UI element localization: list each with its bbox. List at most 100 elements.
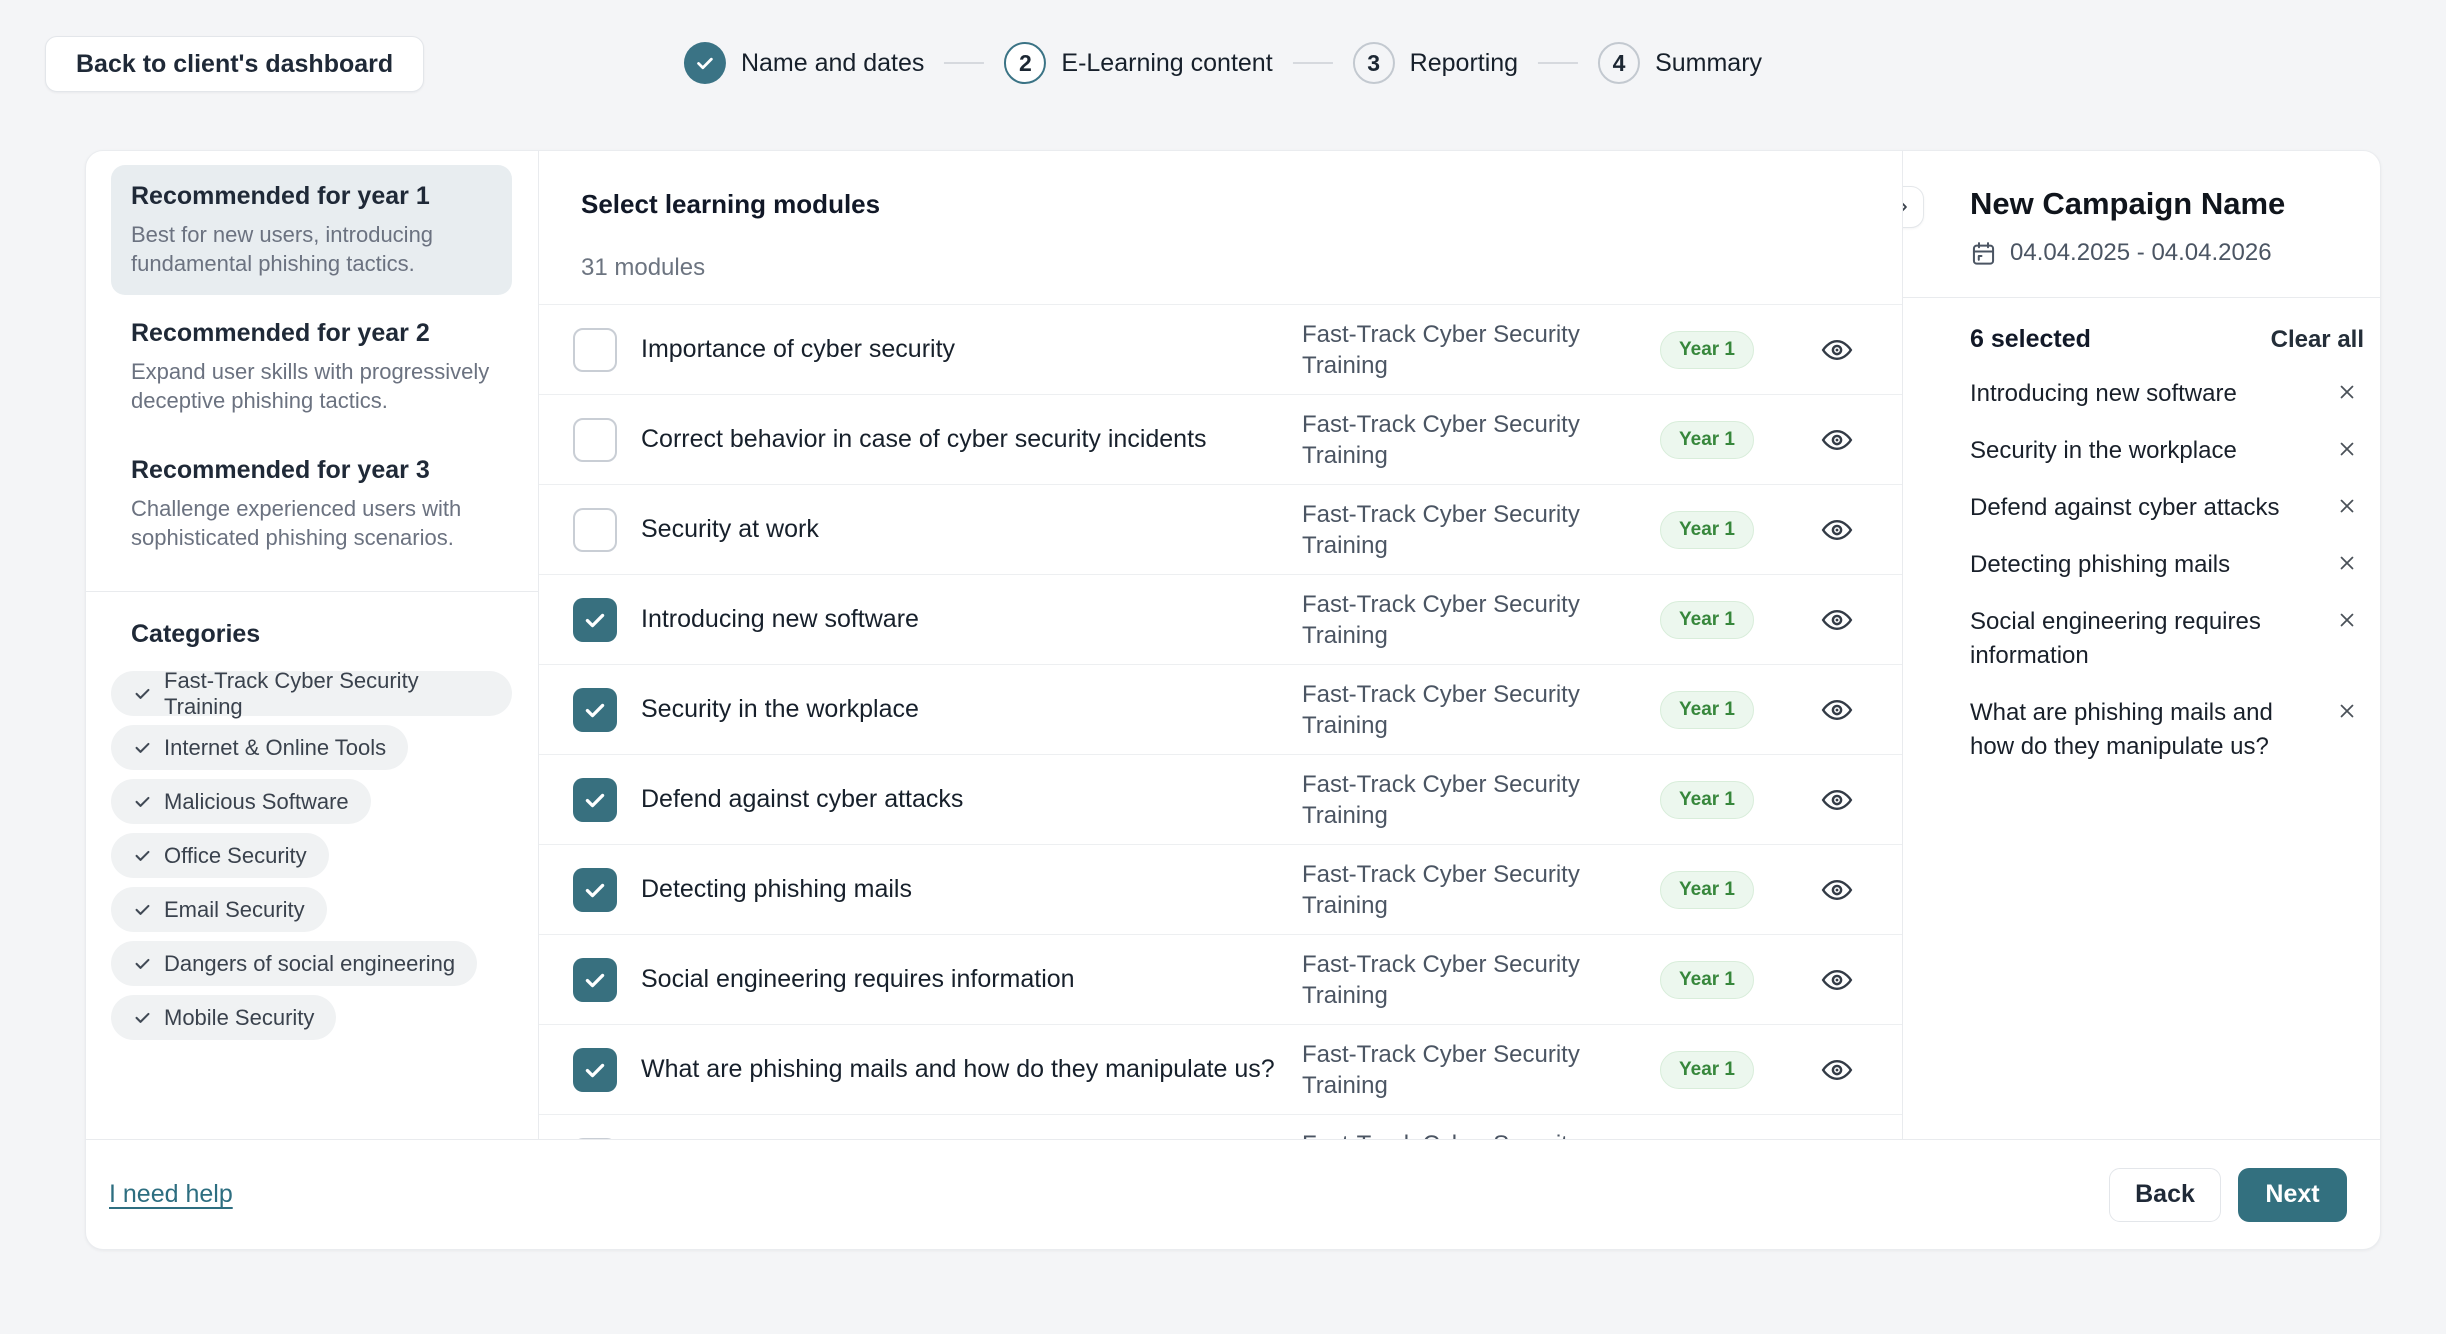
- remove-selected-button[interactable]: [2330, 377, 2364, 407]
- module-title: Security at work: [641, 515, 1302, 544]
- recommendation-recommended-for-year-2[interactable]: Recommended for year 2 Expand user skills…: [111, 302, 512, 432]
- category-chip-label: Fast-Track Cyber Security Training: [164, 668, 490, 720]
- recommendation-description: Expand user skills with progressively de…: [131, 357, 492, 415]
- module-checkbox[interactable]: [573, 778, 617, 822]
- eye-cell: [1782, 599, 1892, 641]
- close-icon: [2336, 700, 2358, 722]
- check-icon: [133, 684, 152, 703]
- recommendation-title: Recommended for year 2: [131, 319, 492, 348]
- category-chip-dangers-of-social-engineering[interactable]: Dangers of social engineering: [111, 941, 477, 986]
- step-e-learning-content[interactable]: 2E-Learning content: [1004, 42, 1272, 84]
- module-category: Fast-Track Cyber Security Training: [1302, 859, 1632, 921]
- remove-selected-button[interactable]: [2330, 548, 2364, 578]
- remove-selected-button[interactable]: [2330, 491, 2364, 521]
- clear-all-button[interactable]: Clear all: [2271, 326, 2364, 354]
- selected-module-item: What are phishing mails and how do they …: [1970, 696, 2364, 764]
- check-icon: [133, 900, 152, 919]
- back-button[interactable]: Back: [2109, 1168, 2221, 1222]
- category-chip-malicious-software[interactable]: Malicious Software: [111, 779, 371, 824]
- close-icon: [2336, 438, 2358, 460]
- eye-cell: [1782, 419, 1892, 461]
- module-title: Social engineering requires information: [641, 965, 1302, 994]
- preview-module-button[interactable]: [1816, 1049, 1858, 1091]
- selected-header: 6 selected Clear all: [1970, 325, 2364, 354]
- badge-cell: Year 1: [1632, 781, 1782, 819]
- preview-module-button[interactable]: [1816, 869, 1858, 911]
- module-checkbox[interactable]: [573, 328, 617, 372]
- step-summary[interactable]: 4Summary: [1598, 42, 1762, 84]
- module-row: Defend against cyber attacksFast-Track C…: [539, 754, 1902, 844]
- category-chip-label: Malicious Software: [164, 789, 349, 815]
- preview-module-button[interactable]: [1816, 419, 1858, 461]
- module-list-header: Select learning modules 31 modules: [539, 151, 1902, 282]
- wizard-card: Recommended for year 1Best for new users…: [85, 150, 2381, 1250]
- collapse-panel-button[interactable]: [1903, 186, 1924, 228]
- preview-module-button[interactable]: [1816, 689, 1858, 731]
- year-badge: Year 1: [1660, 691, 1754, 729]
- category-chip-mobile-security[interactable]: Mobile Security: [111, 995, 336, 1040]
- eye-cell: [1782, 329, 1892, 371]
- preview-module-button[interactable]: [1816, 599, 1858, 641]
- module-checkbox[interactable]: [573, 598, 617, 642]
- back-to-dashboard-button[interactable]: Back to client's dashboard: [45, 36, 424, 92]
- step-name-and-dates[interactable]: Name and dates: [684, 42, 924, 84]
- module-checkbox[interactable]: [573, 688, 617, 732]
- category-chip-internet-online-tools[interactable]: Internet & Online Tools: [111, 725, 408, 770]
- module-row: Correct behavior in case of cyber securi…: [539, 394, 1902, 484]
- module-checkbox[interactable]: [573, 868, 617, 912]
- selected-items-list: Introducing new softwareSecurity in the …: [1970, 377, 2364, 764]
- module-rows: Importance of cyber securityFast-Track C…: [539, 304, 1902, 1139]
- category-chip-email-security[interactable]: Email Security: [111, 887, 327, 932]
- selected-module-item: Introducing new software: [1970, 377, 2364, 411]
- module-checkbox[interactable]: [573, 1048, 617, 1092]
- preview-module-button[interactable]: [1816, 959, 1858, 1001]
- remove-selected-button[interactable]: [2330, 434, 2364, 464]
- module-title: Detecting phishing mails: [641, 875, 1302, 904]
- next-button[interactable]: Next: [2238, 1168, 2347, 1222]
- year-badge: Year 1: [1660, 781, 1754, 819]
- selected-module-item: Detecting phishing mails: [1970, 548, 2364, 582]
- module-row: What are phishing mails and how do they …: [539, 1024, 1902, 1114]
- eye-cell: [1782, 509, 1892, 551]
- selected-module-label: Introducing new software: [1970, 377, 2316, 411]
- module-list-panel: Select learning modules 31 modules Impor…: [539, 151, 1903, 1139]
- step-connector: [1538, 62, 1578, 64]
- remove-selected-button[interactable]: [2330, 696, 2364, 726]
- preview-module-button[interactable]: [1816, 329, 1858, 371]
- eye-icon: [1820, 423, 1854, 457]
- module-checkbox[interactable]: [573, 418, 617, 462]
- calendar-icon: [1970, 240, 1997, 267]
- preview-module-button[interactable]: [1816, 779, 1858, 821]
- module-category: Fast-Track Cyber Security Training: [1302, 409, 1632, 471]
- selected-module-label: Social engineering requires information: [1970, 605, 2316, 673]
- category-chip-label: Internet & Online Tools: [164, 735, 386, 761]
- module-row: Social engineering requires informationF…: [539, 934, 1902, 1024]
- sidebar-divider: [86, 591, 538, 592]
- step-label: Name and dates: [741, 49, 924, 78]
- recommendation-recommended-for-year-1[interactable]: Recommended for year 1Best for new users…: [111, 165, 512, 295]
- help-link[interactable]: I need help: [109, 1180, 233, 1209]
- category-chip-fast-track-cyber-security-training[interactable]: Fast-Track Cyber Security Training: [111, 671, 512, 716]
- module-category: Fast-Track Cyber Security Training: [1302, 769, 1632, 831]
- module-title: Introducing new software: [641, 605, 1302, 634]
- category-chip-label: Office Security: [164, 843, 307, 869]
- close-icon: [2336, 552, 2358, 574]
- category-chip-office-security[interactable]: Office Security: [111, 833, 329, 878]
- step-reporting[interactable]: 3Reporting: [1353, 42, 1518, 84]
- remove-selected-button[interactable]: [2330, 605, 2364, 635]
- step-connector: [1293, 62, 1333, 64]
- module-checkbox[interactable]: [573, 958, 617, 1002]
- selected-module-label: What are phishing mails and how do they …: [1970, 696, 2316, 764]
- module-checkbox[interactable]: [573, 508, 617, 552]
- eye-icon: [1820, 693, 1854, 727]
- badge-cell: Year 1: [1632, 691, 1782, 729]
- module-title: Defend against cyber attacks: [641, 785, 1302, 814]
- check-icon: [684, 42, 726, 84]
- preview-module-button[interactable]: [1816, 509, 1858, 551]
- badge-cell: Year 1: [1632, 601, 1782, 639]
- check-icon: [133, 738, 152, 757]
- module-row: Introducing new softwareFast-Track Cyber…: [539, 574, 1902, 664]
- recommendation-recommended-for-year-3[interactable]: Recommended for year 3Challenge experien…: [111, 439, 512, 569]
- module-list-title: Select learning modules: [581, 189, 1902, 220]
- eye-icon: [1820, 873, 1854, 907]
